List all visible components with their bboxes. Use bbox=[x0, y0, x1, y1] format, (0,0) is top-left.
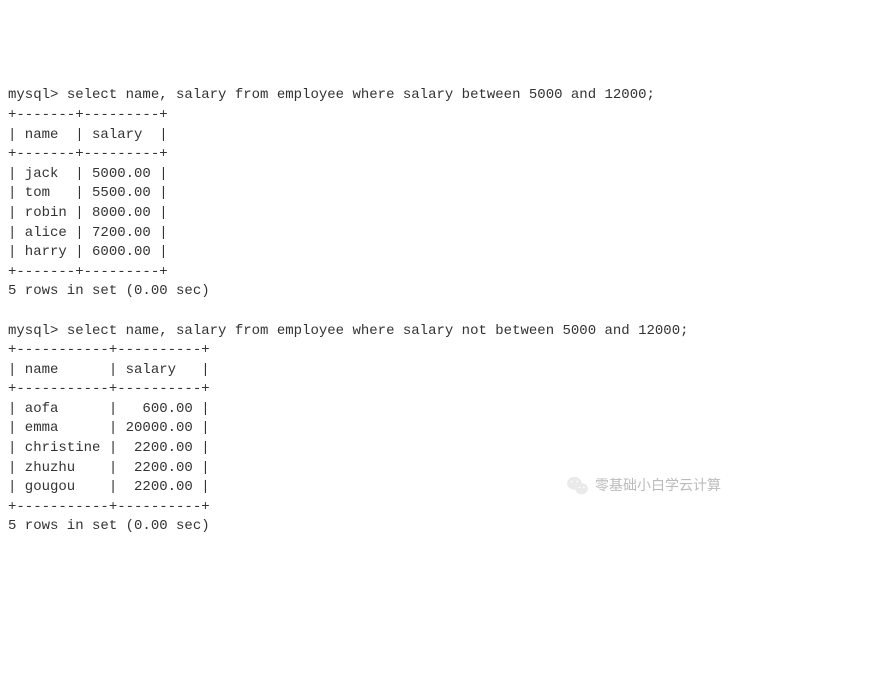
q2-header: | name | salary | bbox=[8, 361, 863, 381]
table-row: | aofa | 600.00 | bbox=[8, 400, 863, 420]
watermark: 零基础小白学云计算 bbox=[567, 476, 721, 496]
wechat-icon bbox=[567, 476, 589, 496]
q2-border-bottom: +-----------+----------+ bbox=[8, 498, 863, 518]
query1-sql: select name, salary from employee where … bbox=[67, 87, 655, 103]
table-row: | gougou | 2200.00 | bbox=[8, 478, 863, 498]
q2-border-mid: +-----------+----------+ bbox=[8, 380, 863, 400]
q1-border-mid: +-------+---------+ bbox=[8, 145, 863, 165]
blank-line bbox=[8, 302, 863, 322]
mysql-prompt: mysql> bbox=[8, 87, 67, 103]
mysql-prompt: mysql> bbox=[8, 323, 67, 339]
table-row: | alice | 7200.00 | bbox=[8, 224, 863, 244]
table-row: | emma | 20000.00 | bbox=[8, 419, 863, 439]
table-row: | jack | 5000.00 | bbox=[8, 165, 863, 185]
table-row: | zhuzhu | 2200.00 | bbox=[8, 459, 863, 479]
q1-header: | name | salary | bbox=[8, 126, 863, 146]
table-row: | christine | 2200.00 | bbox=[8, 439, 863, 459]
table-row: | harry | 6000.00 | bbox=[8, 243, 863, 263]
query2-sql: select name, salary from employee where … bbox=[67, 323, 689, 339]
q2-border-top: +-----------+----------+ bbox=[8, 341, 863, 361]
q1-border-bottom: +-------+---------+ bbox=[8, 263, 863, 283]
table-row: | tom | 5500.00 | bbox=[8, 184, 863, 204]
q2-footer: 5 rows in set (0.00 sec) bbox=[8, 517, 863, 537]
query2-line: mysql> select name, salary from employee… bbox=[8, 322, 863, 342]
q1-footer: 5 rows in set (0.00 sec) bbox=[8, 282, 863, 302]
table-row: | robin | 8000.00 | bbox=[8, 204, 863, 224]
q1-border-top: +-------+---------+ bbox=[8, 106, 863, 126]
watermark-text: 零基础小白学云计算 bbox=[595, 476, 721, 496]
query1-line: mysql> select name, salary from employee… bbox=[8, 86, 863, 106]
mysql-terminal: mysql> select name, salary from employee… bbox=[8, 86, 863, 537]
